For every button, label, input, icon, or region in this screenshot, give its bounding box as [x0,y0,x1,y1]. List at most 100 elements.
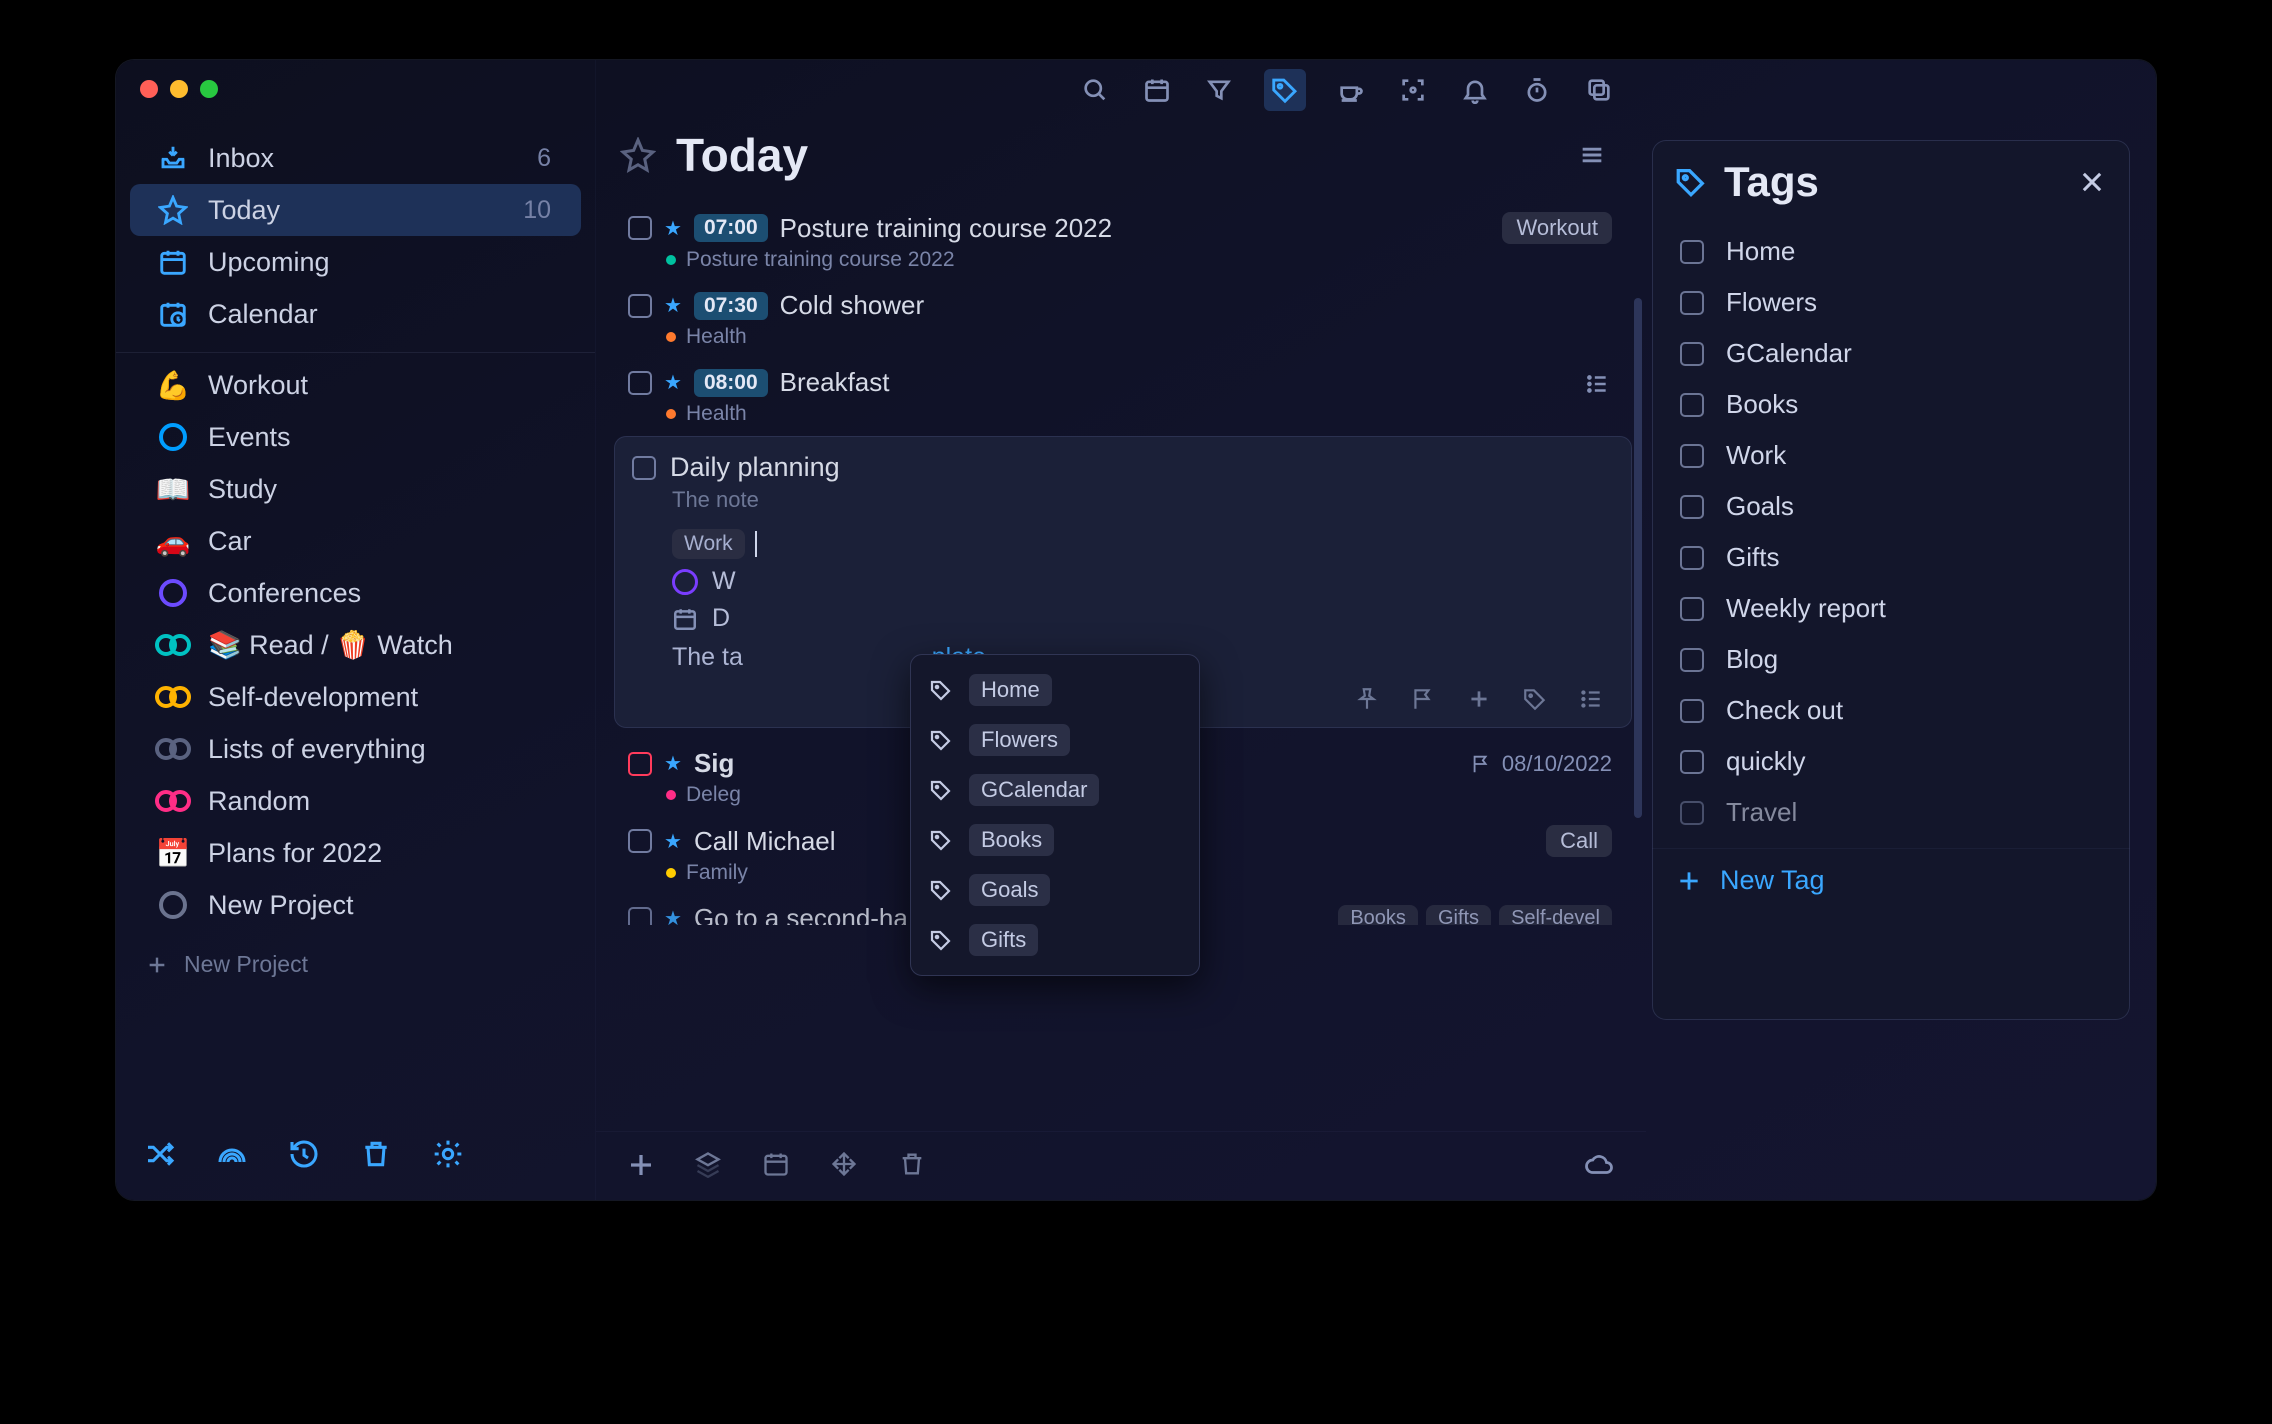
list-icon[interactable] [1578,686,1606,714]
date-picker-row[interactable]: D [632,596,1606,633]
new-tag-button[interactable]: New Tag [1652,848,2130,912]
tag-checkbox[interactable] [1680,699,1704,723]
selected-tag-chip[interactable]: Work [672,529,745,559]
tag-list-item[interactable]: Blog [1662,634,2120,685]
tag-checkbox[interactable] [1680,597,1704,621]
coffee-icon[interactable] [1334,73,1368,107]
settings-icon[interactable] [430,1136,466,1172]
tag-list-item[interactable]: Gifts [1662,532,2120,583]
flag-icon[interactable] [1410,686,1438,714]
project-picker-row[interactable]: W [632,559,1606,596]
calendar-icon[interactable] [762,1150,794,1182]
dropdown-item[interactable]: Goals [911,865,1199,915]
task-checkbox[interactable] [632,456,656,480]
tag-checkbox[interactable] [1680,291,1704,315]
task-tag[interactable]: Books [1338,905,1418,925]
tag-checkbox[interactable] [1680,342,1704,366]
tag-icon[interactable] [1264,69,1306,111]
tag-checkbox[interactable] [1680,801,1704,825]
tag-checkbox[interactable] [1680,444,1704,468]
sidebar-item-inbox[interactable]: Inbox 6 [130,132,581,184]
copy-icon[interactable] [1582,73,1616,107]
tag-list-item[interactable]: Flowers [1662,277,2120,328]
tag-list-item[interactable]: Check out [1662,685,2120,736]
sidebar-item-lists[interactable]: Lists of everything [130,723,581,775]
sidebar-item-events[interactable]: Events [130,411,581,463]
tag-list-item[interactable]: Home [1662,226,2120,277]
sync-icon[interactable] [1584,1150,1616,1182]
view-options-icon[interactable] [1578,141,1606,169]
tag-list-item[interactable]: Books [1662,379,2120,430]
dropdown-item[interactable]: Gifts [911,915,1199,965]
task-row[interactable]: ★ 07:30 Cold shower Health [614,280,1632,357]
tag-list-item[interactable]: quickly [1662,736,2120,787]
tag-icon[interactable] [1522,686,1550,714]
tag-checkbox[interactable] [1680,750,1704,774]
task-title-input[interactable]: Daily planning [670,452,840,483]
pin-icon[interactable] [1354,686,1382,714]
tag-checkbox[interactable] [1680,546,1704,570]
sidebar-item-study[interactable]: 📖 Study [130,463,581,515]
task-row[interactable]: ★ 07:00 Posture training course 2022 Wor… [614,202,1632,280]
task-tag[interactable]: Gifts [1426,905,1491,925]
tag-list-item[interactable]: Work [1662,430,2120,481]
favorite-icon[interactable] [620,137,656,173]
search-icon[interactable] [1078,73,1112,107]
sidebar-item-conferences[interactable]: Conferences [130,567,581,619]
tag-list-item[interactable]: Goals [1662,481,2120,532]
task-checkbox[interactable] [628,752,652,776]
task-checkbox[interactable] [628,216,652,240]
sidebar-item-self-development[interactable]: Self-development [130,671,581,723]
focus-icon[interactable] [1396,73,1430,107]
sidebar-item-plans-2022[interactable]: 📅 Plans for 2022 [130,827,581,879]
sidebar-item-random[interactable]: Random [130,775,581,827]
task-tag[interactable]: Workout [1502,212,1612,244]
shuffle-icon[interactable] [142,1136,178,1172]
subtasks-icon[interactable] [1584,371,1610,397]
minimize-window-button[interactable] [170,80,188,98]
history-icon[interactable] [286,1136,322,1172]
rainbow-icon[interactable] [214,1136,250,1172]
task-note-input[interactable]: The note [632,483,1606,529]
plus-icon[interactable] [1466,686,1494,714]
sidebar-item-read-watch[interactable]: 📚 Read / 🍿 Watch [130,619,581,671]
sidebar-item-workout[interactable]: 💪 Workout [130,359,581,411]
tag-checkbox[interactable] [1680,495,1704,519]
task-checkbox[interactable] [628,829,652,853]
close-window-button[interactable] [140,80,158,98]
scrollbar-thumb[interactable] [1634,298,1642,818]
trash-icon[interactable] [358,1136,394,1172]
tag-list-item[interactable]: Weekly report [1662,583,2120,634]
tag-checkbox[interactable] [1680,240,1704,264]
task-row[interactable]: ★ 08:00 Breakfast Health [614,357,1632,434]
move-icon[interactable] [830,1150,862,1182]
sidebar-item-new-project[interactable]: New Project [130,879,581,931]
sidebar-item-today[interactable]: Today 10 [130,184,581,236]
dropdown-item[interactable]: GCalendar [911,765,1199,815]
tag-checkbox[interactable] [1680,648,1704,672]
dropdown-item[interactable]: Books [911,815,1199,865]
sidebar-item-calendar[interactable]: Calendar [130,288,581,340]
tag-checkbox[interactable] [1680,393,1704,417]
close-panel-button[interactable] [2078,168,2106,196]
task-tag[interactable]: Self-devel [1499,905,1612,925]
dropdown-item[interactable]: Home [911,665,1199,715]
add-task-button[interactable] [626,1150,658,1182]
sidebar-item-upcoming[interactable]: Upcoming [130,236,581,288]
tag-list-item[interactable]: Travel [1662,787,2120,838]
dropdown-item[interactable]: Flowers [911,715,1199,765]
task-tag[interactable]: Call [1546,825,1612,857]
tag-input[interactable]: Work [632,529,1606,559]
task-checkbox[interactable] [628,371,652,395]
filter-icon[interactable] [1202,73,1236,107]
task-checkbox[interactable] [628,907,652,926]
maximize-window-button[interactable] [200,80,218,98]
tag-list-item[interactable]: GCalendar [1662,328,2120,379]
stopwatch-icon[interactable] [1520,73,1554,107]
calendar-icon[interactable] [1140,73,1174,107]
layers-icon[interactable] [694,1150,726,1182]
task-checkbox[interactable] [628,294,652,318]
trash-icon[interactable] [898,1150,930,1182]
bell-icon[interactable] [1458,73,1492,107]
sidebar-item-car[interactable]: 🚗 Car [130,515,581,567]
